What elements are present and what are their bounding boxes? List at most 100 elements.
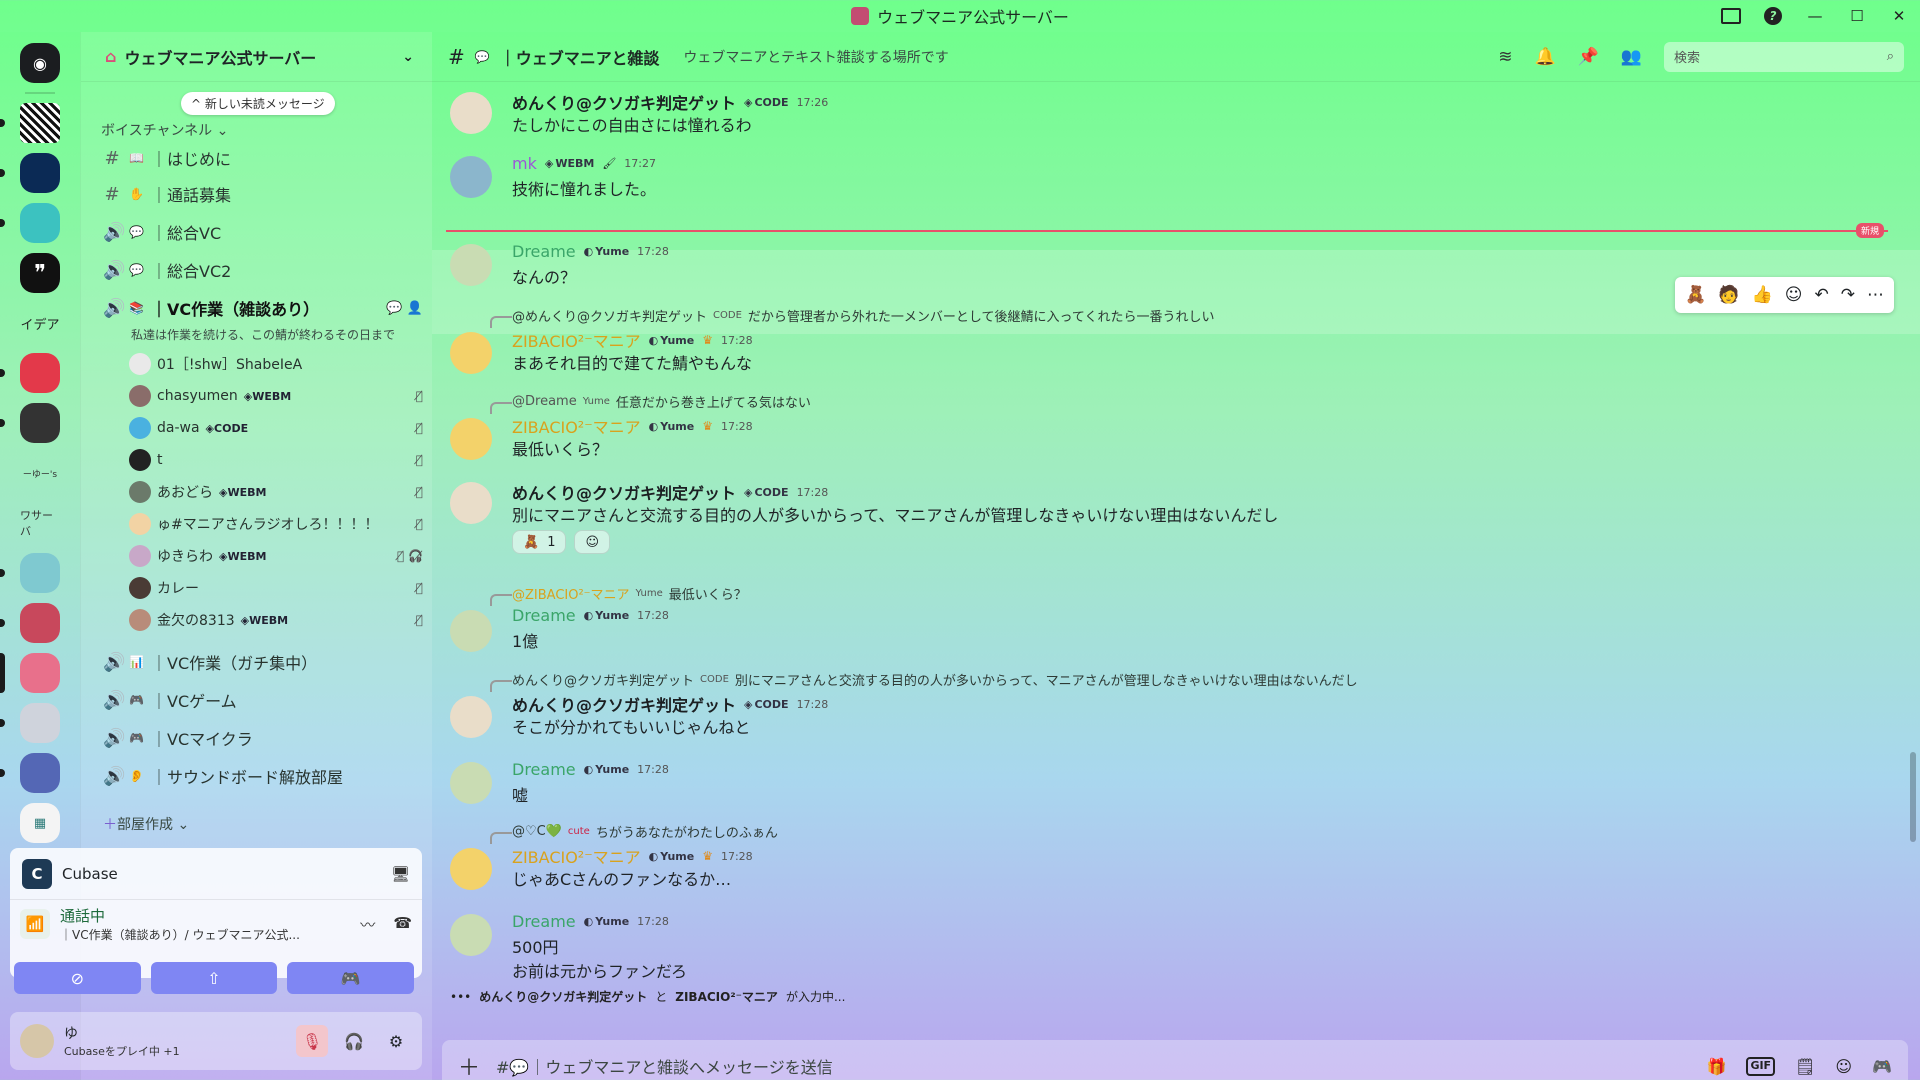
- avatar[interactable]: [450, 92, 492, 134]
- new-unread-pill[interactable]: ^ 新しい未読メッセージ: [181, 92, 335, 115]
- server-discord[interactable]: [0, 353, 60, 393]
- channel-sogo-vc2[interactable]: 🔊 💬 ｜総合VC2: [101, 254, 423, 286]
- voice-user[interactable]: あおどら ◈WEBM 🎙̸: [129, 478, 423, 506]
- pin-icon[interactable]: 📌: [1578, 47, 1599, 67]
- channel-sogo-vc[interactable]: 🔊 💬 ｜総合VC: [101, 216, 423, 248]
- avatar[interactable]: [450, 696, 492, 738]
- sticker-icon[interactable]: 🗒: [1795, 1057, 1815, 1076]
- avatar[interactable]: [20, 1024, 54, 1058]
- avatar[interactable]: [450, 244, 492, 286]
- author-name[interactable]: ZIBACIO²⁻マニア: [512, 414, 641, 438]
- avatar[interactable]: [450, 762, 492, 804]
- author-name[interactable]: めんくり@クソガキ判定ゲット: [512, 480, 736, 504]
- channel-hajimeni[interactable]: # 📖 ｜はじめに: [101, 142, 423, 174]
- avatar[interactable]: [450, 418, 492, 460]
- forward-icon[interactable]: ↷: [1841, 285, 1855, 305]
- search-input[interactable]: 検索 ⌕: [1664, 41, 1904, 72]
- emoji-icon[interactable]: ☺: [1835, 1057, 1852, 1076]
- channel-vc-game[interactable]: 🔊 🎮 ｜VCゲーム: [101, 684, 423, 716]
- server-anime1[interactable]: [0, 703, 60, 743]
- reply-preview[interactable]: @♡C💚 cute ちがうあなたがわたしのふぁん: [512, 822, 778, 841]
- server-yuu[interactable]: ーゆー's: [20, 453, 60, 493]
- author-name[interactable]: Dreame: [512, 242, 576, 261]
- home-discord-icon[interactable]: ◉: [20, 43, 60, 83]
- headphones-button[interactable]: 🎧: [338, 1025, 370, 1057]
- author-name[interactable]: めんくり@クソガキ判定ゲット: [512, 90, 736, 114]
- thumbs-up-icon[interactable]: 👍: [1752, 285, 1773, 305]
- server-manga[interactable]: [0, 603, 60, 643]
- attach-plus-button[interactable]: ＋: [458, 1050, 480, 1080]
- noise-suppression-icon[interactable]: 〰: [360, 914, 375, 935]
- create-room-category[interactable]: ＋部屋作成 ⌄: [103, 814, 189, 834]
- server-header[interactable]: ⌂ ウェブマニア公式サーバー ⌄: [81, 32, 432, 82]
- server-miku[interactable]: [0, 203, 60, 243]
- server-qr[interactable]: [0, 103, 60, 143]
- avatar[interactable]: [450, 914, 492, 956]
- voice-user[interactable]: 金欠の8313 ◈WEBM 🎙̸: [129, 606, 423, 634]
- channel-vc-minecraft[interactable]: 🔊 🎮 ｜VCマイクラ: [101, 722, 423, 754]
- composer-placeholder[interactable]: #💬｜ウェブマニアと雑談へメッセージを送信: [496, 1054, 833, 1078]
- reply-icon[interactable]: ↶: [1815, 285, 1829, 305]
- channel-vc-sagyo[interactable]: 🔊 📚 ｜VC作業（雑談あり） 💬 👤: [101, 292, 423, 324]
- voice-user[interactable]: ゅ#マニアさんラジオしろ！！！！ 🎙̸: [129, 510, 423, 538]
- server-face[interactable]: [0, 553, 60, 593]
- server-building[interactable]: ▦: [20, 803, 60, 843]
- voice-user[interactable]: 01［!shw］ShabeIeA: [129, 350, 423, 378]
- author-name[interactable]: めんくり@クソガキ判定ゲット: [512, 692, 736, 716]
- author-name[interactable]: Dreame: [512, 606, 576, 625]
- reaction-emoji-icon[interactable]: 🧸: [1685, 285, 1706, 305]
- voice-user[interactable]: t 🎙̸: [129, 446, 423, 474]
- help-icon[interactable]: ?: [1752, 0, 1794, 32]
- author-name[interactable]: ZIBACIO²⁻マニア: [512, 844, 641, 868]
- mic-muted-button[interactable]: 🎙: [296, 1025, 328, 1057]
- reaction-emoji-icon[interactable]: 🧑: [1718, 285, 1739, 305]
- message-composer[interactable]: ＋ #💬｜ウェブマニアと雑談へメッセージを送信 🎁 GIF 🗒 ☺ 🎮: [442, 1040, 1908, 1080]
- reply-preview[interactable]: @ZIBACIO²⁻マニア Yume 最低いくら？: [512, 584, 747, 603]
- more-icon[interactable]: ⋯: [1867, 285, 1884, 305]
- voice-user[interactable]: カレー 🎙̸: [129, 574, 423, 602]
- server-blue[interactable]: [0, 153, 60, 193]
- reply-preview[interactable]: @めんくり@クソガキ判定ゲット CODE だから管理者から外れた一メンバーとして後継…: [512, 306, 1214, 325]
- reaction-chip[interactable]: 🧸 1: [512, 530, 567, 554]
- avatar[interactable]: [450, 848, 492, 890]
- gif-button[interactable]: GIF: [1746, 1056, 1776, 1076]
- author-name[interactable]: Dreame: [512, 912, 576, 931]
- screen-share-icon[interactable]: 🖥: [391, 865, 410, 883]
- voice-user[interactable]: da-wa ◈CODE 🎙̸: [129, 414, 423, 442]
- author-name[interactable]: Dreame: [512, 760, 576, 779]
- scrollbar[interactable]: [1910, 752, 1916, 842]
- signal-icon[interactable]: 📶: [20, 909, 50, 939]
- server-idea[interactable]: イデア: [20, 303, 60, 343]
- voice-user[interactable]: ゆきらわ ◈WEBM 🎙̸ 🎧̸: [129, 542, 423, 570]
- minimize-button[interactable]: —: [1794, 0, 1836, 32]
- channel-topic[interactable]: ウェブマニアとテキスト雑談する場所です: [683, 47, 948, 67]
- avatar[interactable]: [450, 156, 492, 198]
- settings-gear-icon[interactable]: ⚙: [380, 1025, 412, 1057]
- voice-status-detail[interactable]: ｜VC作業（雑談あり）/ ウェブマニア公式...: [60, 926, 300, 943]
- add-reaction-button[interactable]: ☺: [574, 530, 611, 554]
- activity-row[interactable]: C Cubase 🖥: [10, 848, 422, 900]
- avatar[interactable]: [450, 482, 492, 524]
- server-dark[interactable]: [0, 403, 60, 443]
- channel-vc-gachi[interactable]: 🔊 📊 ｜VC作業（ガチ集中）: [101, 646, 423, 678]
- gift-icon[interactable]: 🎁: [1707, 1057, 1727, 1076]
- avatar[interactable]: [450, 332, 492, 374]
- members-icon[interactable]: 👥: [1621, 47, 1642, 67]
- server-webmania[interactable]: [0, 653, 60, 693]
- threads-icon[interactable]: ≋: [1498, 47, 1512, 67]
- channel-soundboard[interactable]: 🔊 👂 ｜サウンドボード解放部屋: [101, 760, 423, 792]
- channel-tsuwa[interactable]: # ✋ ｜通話募集: [101, 178, 423, 210]
- maximize-button[interactable]: ☐: [1836, 0, 1878, 32]
- server-wasaba[interactable]: ワサーバ: [20, 503, 60, 543]
- add-user-icon[interactable]: 💬 👤: [386, 301, 423, 316]
- voice-category[interactable]: ボイスチャンネル ⌄: [101, 120, 228, 140]
- avatar[interactable]: [450, 610, 492, 652]
- activity-button[interactable]: 🎮: [287, 962, 415, 994]
- bell-icon[interactable]: 🔔: [1534, 47, 1555, 67]
- apps-gamepad-icon[interactable]: 🎮: [1872, 1057, 1892, 1076]
- close-button[interactable]: ✕: [1878, 0, 1920, 32]
- camera-off-button[interactable]: ⊘: [14, 962, 141, 994]
- server-anime2[interactable]: [0, 753, 60, 793]
- add-reaction-icon[interactable]: ☺: [1785, 285, 1803, 305]
- author-name[interactable]: ZIBACIO²⁻マニア: [512, 328, 641, 352]
